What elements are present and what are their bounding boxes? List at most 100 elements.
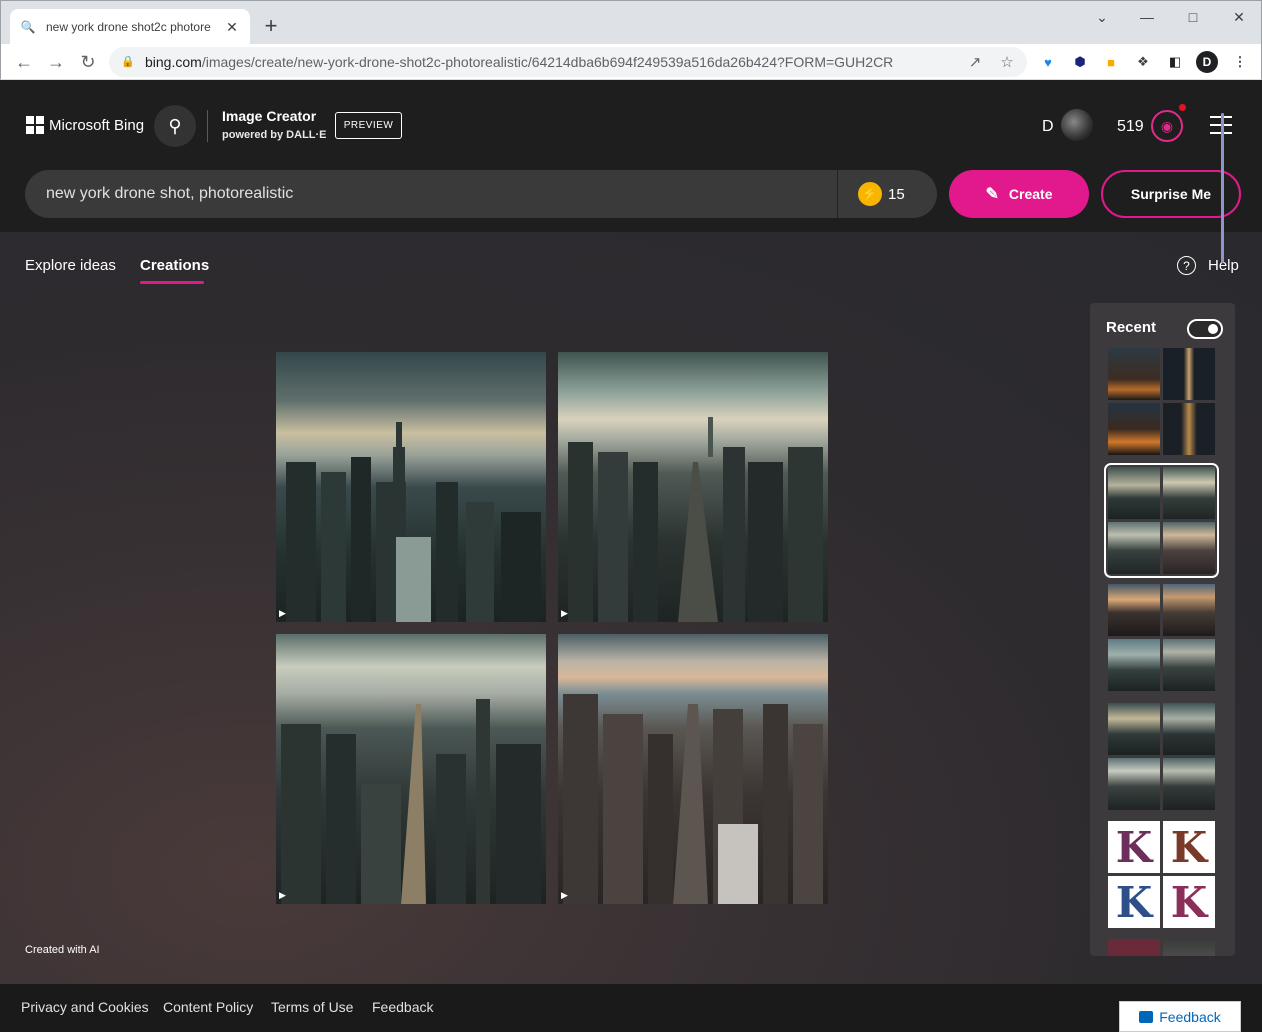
tab-creations[interactable]: Creations <box>140 257 209 274</box>
rewards-points[interactable]: 519 <box>1117 118 1144 136</box>
bing-watermark-icon: ▶ <box>279 890 286 900</box>
browser-menu-icon[interactable]: ⋮ <box>1229 51 1251 73</box>
recent-thumb <box>1163 703 1215 755</box>
browser-tab-strip: 🔍 new york drone shot2c photore ✕ + ⌄ — … <box>0 0 1262 45</box>
create-button[interactable]: ✎ Create <box>949 170 1089 218</box>
maximize-window-button[interactable]: □ <box>1170 1 1216 33</box>
recent-panel: Recent K K K K <box>1090 303 1235 956</box>
search-icon[interactable]: ⚲ <box>154 105 196 147</box>
close-tab-icon[interactable]: ✕ <box>224 19 240 35</box>
prompt-input[interactable]: new york drone shot, photorealistic ⚡ 15 <box>25 170 937 218</box>
recent-thumb <box>1108 522 1160 574</box>
prompt-text[interactable]: new york drone shot, photorealistic <box>46 185 293 203</box>
recent-toggle[interactable] <box>1187 319 1223 339</box>
side-panel-icon[interactable]: ◧ <box>1164 51 1186 73</box>
surprise-me-button[interactable]: Surprise Me <box>1101 170 1241 218</box>
prompt-row: new york drone shot, photorealistic ⚡ 15… <box>0 170 1262 232</box>
bing-header: Microsoft Bing ⚲ Image Creator powered b… <box>0 80 1262 170</box>
feedback-chat-icon <box>1139 1010 1154 1023</box>
bing-watermark-icon: ▶ <box>561 890 568 900</box>
microsoft-bing-logo[interactable]: Microsoft Bing <box>26 116 144 134</box>
recent-thumb <box>1108 467 1160 519</box>
rewards-trophy-icon[interactable]: ◉ <box>1151 110 1183 142</box>
recent-scrollbar[interactable] <box>1221 113 1224 263</box>
recent-set-1[interactable] <box>1108 348 1215 455</box>
generated-image-4[interactable]: ▶ <box>558 634 828 904</box>
recent-title: Recent <box>1106 319 1157 336</box>
image-creator-title[interactable]: Image Creator <box>222 108 316 124</box>
bookmark-star-icon[interactable]: ☆ <box>998 53 1016 71</box>
browser-tab[interactable]: 🔍 new york drone shot2c photore ✕ <box>10 9 250 45</box>
recent-thumb <box>1108 348 1160 400</box>
address-bar[interactable]: 🔒 bing.com/images/create/new-york-drone-… <box>109 47 1027 77</box>
prompt-separator <box>837 170 838 218</box>
reload-icon[interactable]: ↻ <box>74 48 102 76</box>
recent-set-6-partial[interactable] <box>1108 939 1215 956</box>
footer-link-privacy[interactable]: Privacy and Cookies <box>21 999 149 1015</box>
recent-thumb <box>1163 758 1215 810</box>
recent-thumb <box>1108 584 1160 636</box>
recent-set-4[interactable] <box>1108 703 1215 810</box>
recent-thumb-letter-k: K <box>1163 876 1215 928</box>
help-icon[interactable]: ? <box>1177 256 1196 275</box>
image-creator-subtitle: powered by DALL·E <box>222 129 327 141</box>
recent-set-2-selected[interactable] <box>1104 463 1219 578</box>
bing-watermark-icon: ▶ <box>279 608 286 618</box>
extensions-puzzle-icon[interactable]: ❖ <box>1132 51 1154 73</box>
extension-bulb-icon[interactable]: ■ <box>1100 51 1122 73</box>
recent-thumb-letter-k: K <box>1108 876 1160 928</box>
new-tab-button[interactable]: + <box>259 15 283 39</box>
create-label: Create <box>1008 186 1053 202</box>
skyline-art <box>568 417 823 622</box>
recent-thumb <box>1163 467 1215 519</box>
profile-avatar[interactable]: D <box>1196 51 1218 73</box>
extension-hexagon-icon[interactable]: ⬢ <box>1069 51 1091 73</box>
brand-name: Microsoft Bing <box>49 116 145 134</box>
forward-arrow-icon[interactable]: → <box>42 48 70 76</box>
url-domain: bing.com <box>145 54 202 70</box>
user-initial[interactable]: D <box>1042 118 1054 136</box>
recent-set-3[interactable] <box>1108 584 1215 691</box>
recent-thumb <box>1163 522 1215 574</box>
recent-thumb-letter-k: K <box>1163 821 1215 873</box>
footer-link-content-policy[interactable]: Content Policy <box>163 999 253 1015</box>
active-tab-underline <box>140 281 204 284</box>
recent-thumb <box>1163 939 1215 956</box>
footer-link-terms[interactable]: Terms of Use <box>271 999 353 1015</box>
address-url: bing.com/images/create/new-york-drone-sh… <box>145 54 893 70</box>
generated-image-2[interactable]: ▶ <box>558 352 828 622</box>
recent-thumb <box>1163 639 1215 691</box>
header-divider <box>207 110 208 142</box>
toggle-knob <box>1208 324 1218 334</box>
browser-toolbar: ← → ↻ 🔒 bing.com/images/create/new-york-… <box>0 44 1262 80</box>
create-brush-icon: ✎ <box>985 186 999 203</box>
tab-explore-ideas[interactable]: Explore ideas <box>25 257 116 274</box>
close-window-button[interactable]: ✕ <box>1216 1 1262 33</box>
footer: Privacy and Cookies Content Policy Terms… <box>0 984 1262 1032</box>
recent-thumb-letter-k: K <box>1108 821 1160 873</box>
notification-dot <box>1179 104 1186 111</box>
share-icon[interactable]: ↗ <box>966 53 984 71</box>
skyline-art <box>286 422 541 622</box>
back-arrow-icon[interactable]: ← <box>10 48 38 76</box>
feedback-button-label: Feedback <box>1159 1008 1221 1025</box>
extension-heart-icon[interactable]: ♥ <box>1037 51 1059 73</box>
generated-image-1[interactable]: ▶ <box>276 352 546 622</box>
recent-thumb <box>1163 403 1215 455</box>
preview-badge: PREVIEW <box>335 112 402 139</box>
recent-set-5[interactable]: K K K K <box>1108 821 1215 928</box>
boost-lightning-icon[interactable]: ⚡ <box>858 182 882 206</box>
feedback-button[interactable]: Feedback <box>1119 1001 1241 1032</box>
recent-thumb <box>1108 939 1160 956</box>
skyline-art <box>563 694 823 904</box>
footer-link-feedback[interactable]: Feedback <box>372 999 433 1015</box>
minimize-window-button[interactable]: — <box>1124 1 1170 33</box>
recent-thumb <box>1163 584 1215 636</box>
lock-icon[interactable]: 🔒 <box>121 55 135 69</box>
recent-thumb <box>1108 639 1160 691</box>
user-avatar[interactable] <box>1061 109 1093 141</box>
generated-image-3[interactable]: ▶ <box>276 634 546 904</box>
tab-search-chevron-icon[interactable]: ⌄ <box>1079 1 1125 33</box>
bing-search-favicon-icon: 🔍 <box>20 20 36 34</box>
boost-count: 15 <box>888 186 905 203</box>
